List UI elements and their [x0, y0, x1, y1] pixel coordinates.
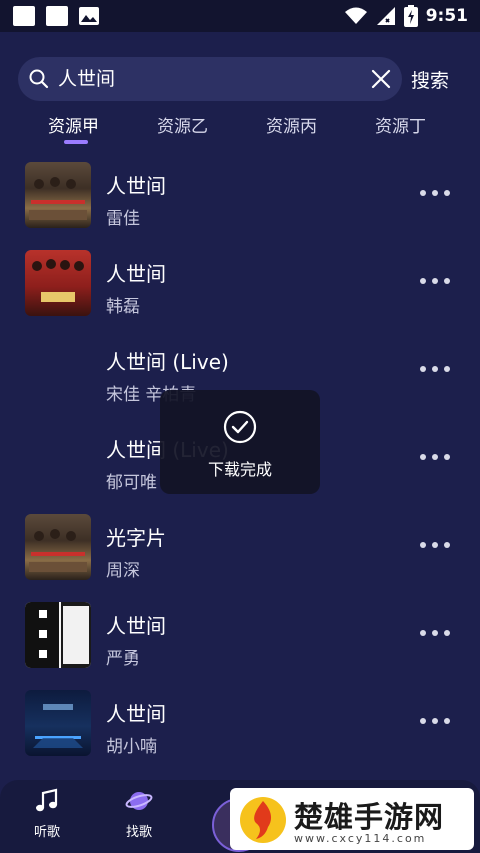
flame-logo-icon	[240, 797, 286, 843]
tab-source-a[interactable]: 资源甲	[48, 112, 99, 137]
search-button[interactable]: 搜索	[411, 66, 449, 93]
watermark-name: 楚雄手游网	[294, 800, 445, 834]
song-artist: 雷佳	[106, 209, 140, 229]
search-bar[interactable]: 人世间	[18, 57, 402, 101]
watermark-url: www.cxcy114.com	[294, 832, 427, 845]
clear-icon[interactable]	[370, 68, 392, 90]
check-circle-icon	[223, 410, 257, 444]
album-cover	[25, 514, 91, 580]
nav-find[interactable]: 找歌	[109, 788, 169, 840]
nav-listen-label: 听歌	[33, 825, 60, 840]
source-tabs: 资源甲 资源乙 资源丙 资源丁	[0, 110, 480, 144]
download-complete-toast: 下载完成	[160, 390, 320, 494]
song-title: 人世间	[106, 614, 166, 638]
song-title: 人世间	[106, 174, 166, 198]
song-artist: 严勇	[106, 649, 140, 669]
music-note-icon	[36, 788, 58, 812]
search-input[interactable]: 人世间	[58, 68, 115, 90]
song-title: 人世间	[106, 262, 166, 286]
song-artist: 胡小喃	[106, 737, 157, 757]
notification-icon	[13, 6, 35, 26]
more-options-icon[interactable]	[420, 630, 450, 638]
album-cover	[25, 602, 91, 668]
album-cover	[25, 690, 91, 756]
more-options-icon[interactable]	[420, 454, 450, 462]
notification-icon	[46, 6, 68, 26]
song-row[interactable]: 人世间 韩磊	[0, 238, 480, 326]
tab-source-b[interactable]: 资源乙	[157, 112, 208, 137]
song-artist: 周深	[106, 561, 140, 581]
nav-listen[interactable]: 听歌	[17, 788, 77, 840]
search-icon	[29, 69, 49, 89]
song-title: 人世间	[106, 702, 166, 726]
more-options-icon[interactable]	[420, 718, 450, 726]
battery-charging-icon	[403, 5, 418, 27]
planet-icon	[125, 792, 153, 810]
nav-find-label: 找歌	[125, 825, 152, 840]
more-options-icon[interactable]	[420, 366, 450, 374]
toast-message: 下载完成	[207, 460, 272, 479]
more-options-icon[interactable]	[420, 190, 450, 198]
wifi-icon	[344, 7, 367, 24]
song-artist: 韩磊	[106, 297, 140, 317]
tab-source-d[interactable]: 资源丁	[375, 112, 426, 137]
song-title: 人世间 (Live)	[106, 350, 229, 374]
active-tab-indicator	[64, 140, 88, 144]
status-bar: 9:51	[0, 0, 480, 32]
watermark: 楚雄手游网 www.cxcy114.com	[230, 788, 474, 850]
clock: 9:51	[425, 6, 468, 26]
tab-source-c[interactable]: 资源丙	[266, 112, 317, 137]
album-cover	[25, 250, 91, 316]
image-icon	[79, 7, 99, 25]
more-options-icon[interactable]	[420, 278, 450, 286]
song-row[interactable]: 人世间 胡小喃	[0, 678, 480, 766]
song-row[interactable]: 人世间 严勇	[0, 590, 480, 678]
song-row[interactable]: 人世间 雷佳	[0, 150, 480, 238]
album-cover	[25, 162, 91, 228]
signal-icon	[376, 7, 395, 25]
song-row[interactable]: 光字片 周深	[0, 502, 480, 590]
song-artist: 郁可唯	[106, 473, 157, 493]
more-options-icon[interactable]	[420, 542, 450, 550]
song-title: 光字片	[106, 526, 166, 550]
